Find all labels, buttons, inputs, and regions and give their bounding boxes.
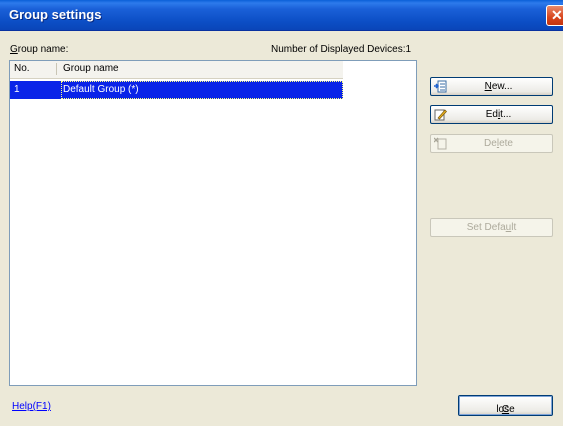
edit-button-label: Edit... xyxy=(485,109,512,120)
new-button-label: New... xyxy=(484,81,513,92)
delete-button[interactable]: Delete xyxy=(430,134,553,153)
row-no: 1 xyxy=(14,84,20,95)
close-icon: ✕ xyxy=(551,7,563,23)
group-list[interactable]: No. Group name 1 Default Group (*) xyxy=(9,60,417,386)
close-button[interactable]: Close xyxy=(458,395,553,416)
column-header-no[interactable]: No. xyxy=(14,63,30,74)
window-title: Group settings xyxy=(9,7,102,22)
displayed-devices-count: Number of Displayed Devices:1 xyxy=(271,44,412,55)
column-header-group-name[interactable]: Group name xyxy=(63,63,119,74)
title-bar: Group settings ✕ xyxy=(0,0,563,31)
group-name-label: Group name: xyxy=(10,44,69,55)
list-header: No. Group name xyxy=(10,61,343,79)
row-group-name: Default Group (*) xyxy=(63,84,139,95)
window-close-button[interactable]: ✕ xyxy=(546,5,563,26)
set-default-button[interactable]: Set Default xyxy=(430,218,553,237)
table-row[interactable]: 1 Default Group (*) xyxy=(10,81,343,99)
delete-button-label: Delete xyxy=(484,138,513,149)
set-default-button-label: Set Default xyxy=(466,222,517,233)
new-button[interactable]: New... xyxy=(430,77,553,96)
column-divider[interactable] xyxy=(56,63,57,75)
help-link[interactable]: Help(F1) xyxy=(12,401,51,412)
edit-button[interactable]: Edit... xyxy=(430,105,553,124)
